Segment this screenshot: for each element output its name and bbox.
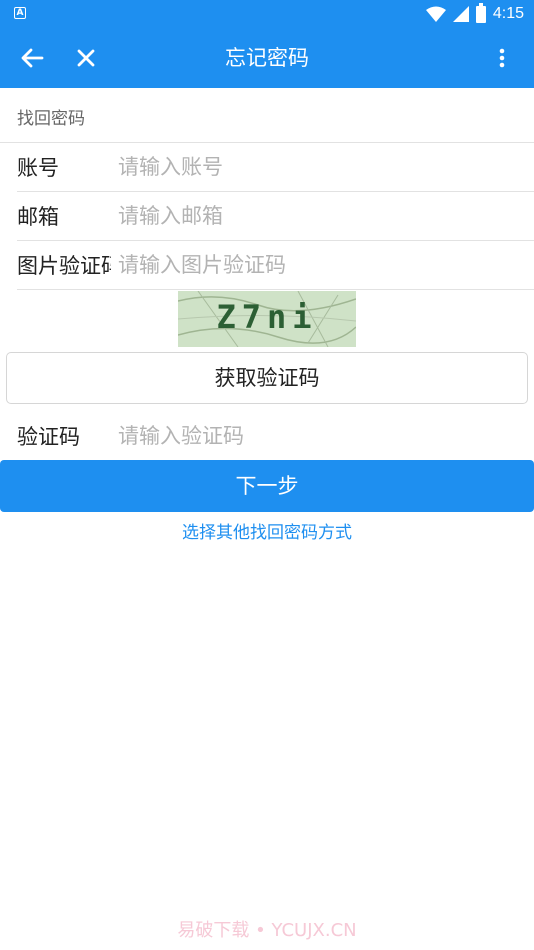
notification-icon: A bbox=[14, 7, 26, 19]
wifi-icon bbox=[425, 6, 446, 22]
captcha-image[interactable]: Z7ni bbox=[178, 291, 356, 347]
status-icons: 4:15 bbox=[425, 2, 524, 25]
other-methods-link[interactable]: 选择其他找回密码方式 bbox=[0, 518, 534, 543]
status-time: 4:15 bbox=[492, 5, 524, 22]
get-code-button[interactable]: 获取验证码 bbox=[6, 352, 528, 404]
next-button[interactable]: 下一步 bbox=[0, 460, 534, 512]
divider bbox=[17, 191, 534, 192]
more-vert-icon[interactable] bbox=[490, 46, 514, 70]
divider bbox=[0, 142, 534, 143]
watermark: 易破下载 • YCUJX.CN bbox=[177, 920, 357, 941]
email-label: 邮箱 bbox=[17, 205, 59, 229]
account-input[interactable] bbox=[118, 150, 518, 184]
code-label: 验证码 bbox=[17, 425, 80, 449]
image-captcha-label: 图片验证码 bbox=[17, 254, 111, 278]
app-bar: 忘记密码 bbox=[0, 28, 534, 88]
divider bbox=[17, 240, 534, 241]
email-input[interactable] bbox=[118, 199, 518, 233]
battery-icon bbox=[475, 2, 486, 23]
image-captcha-input[interactable] bbox=[118, 248, 518, 282]
section-title: 找回密码 bbox=[17, 109, 85, 129]
captcha-text: Z7ni bbox=[216, 298, 317, 336]
status-bar: A 4:15 bbox=[0, 0, 534, 28]
code-input[interactable] bbox=[118, 419, 518, 453]
page-title: 忘记密码 bbox=[225, 46, 309, 70]
divider bbox=[17, 289, 534, 290]
signal-icon bbox=[452, 6, 469, 22]
account-label: 账号 bbox=[17, 156, 59, 180]
